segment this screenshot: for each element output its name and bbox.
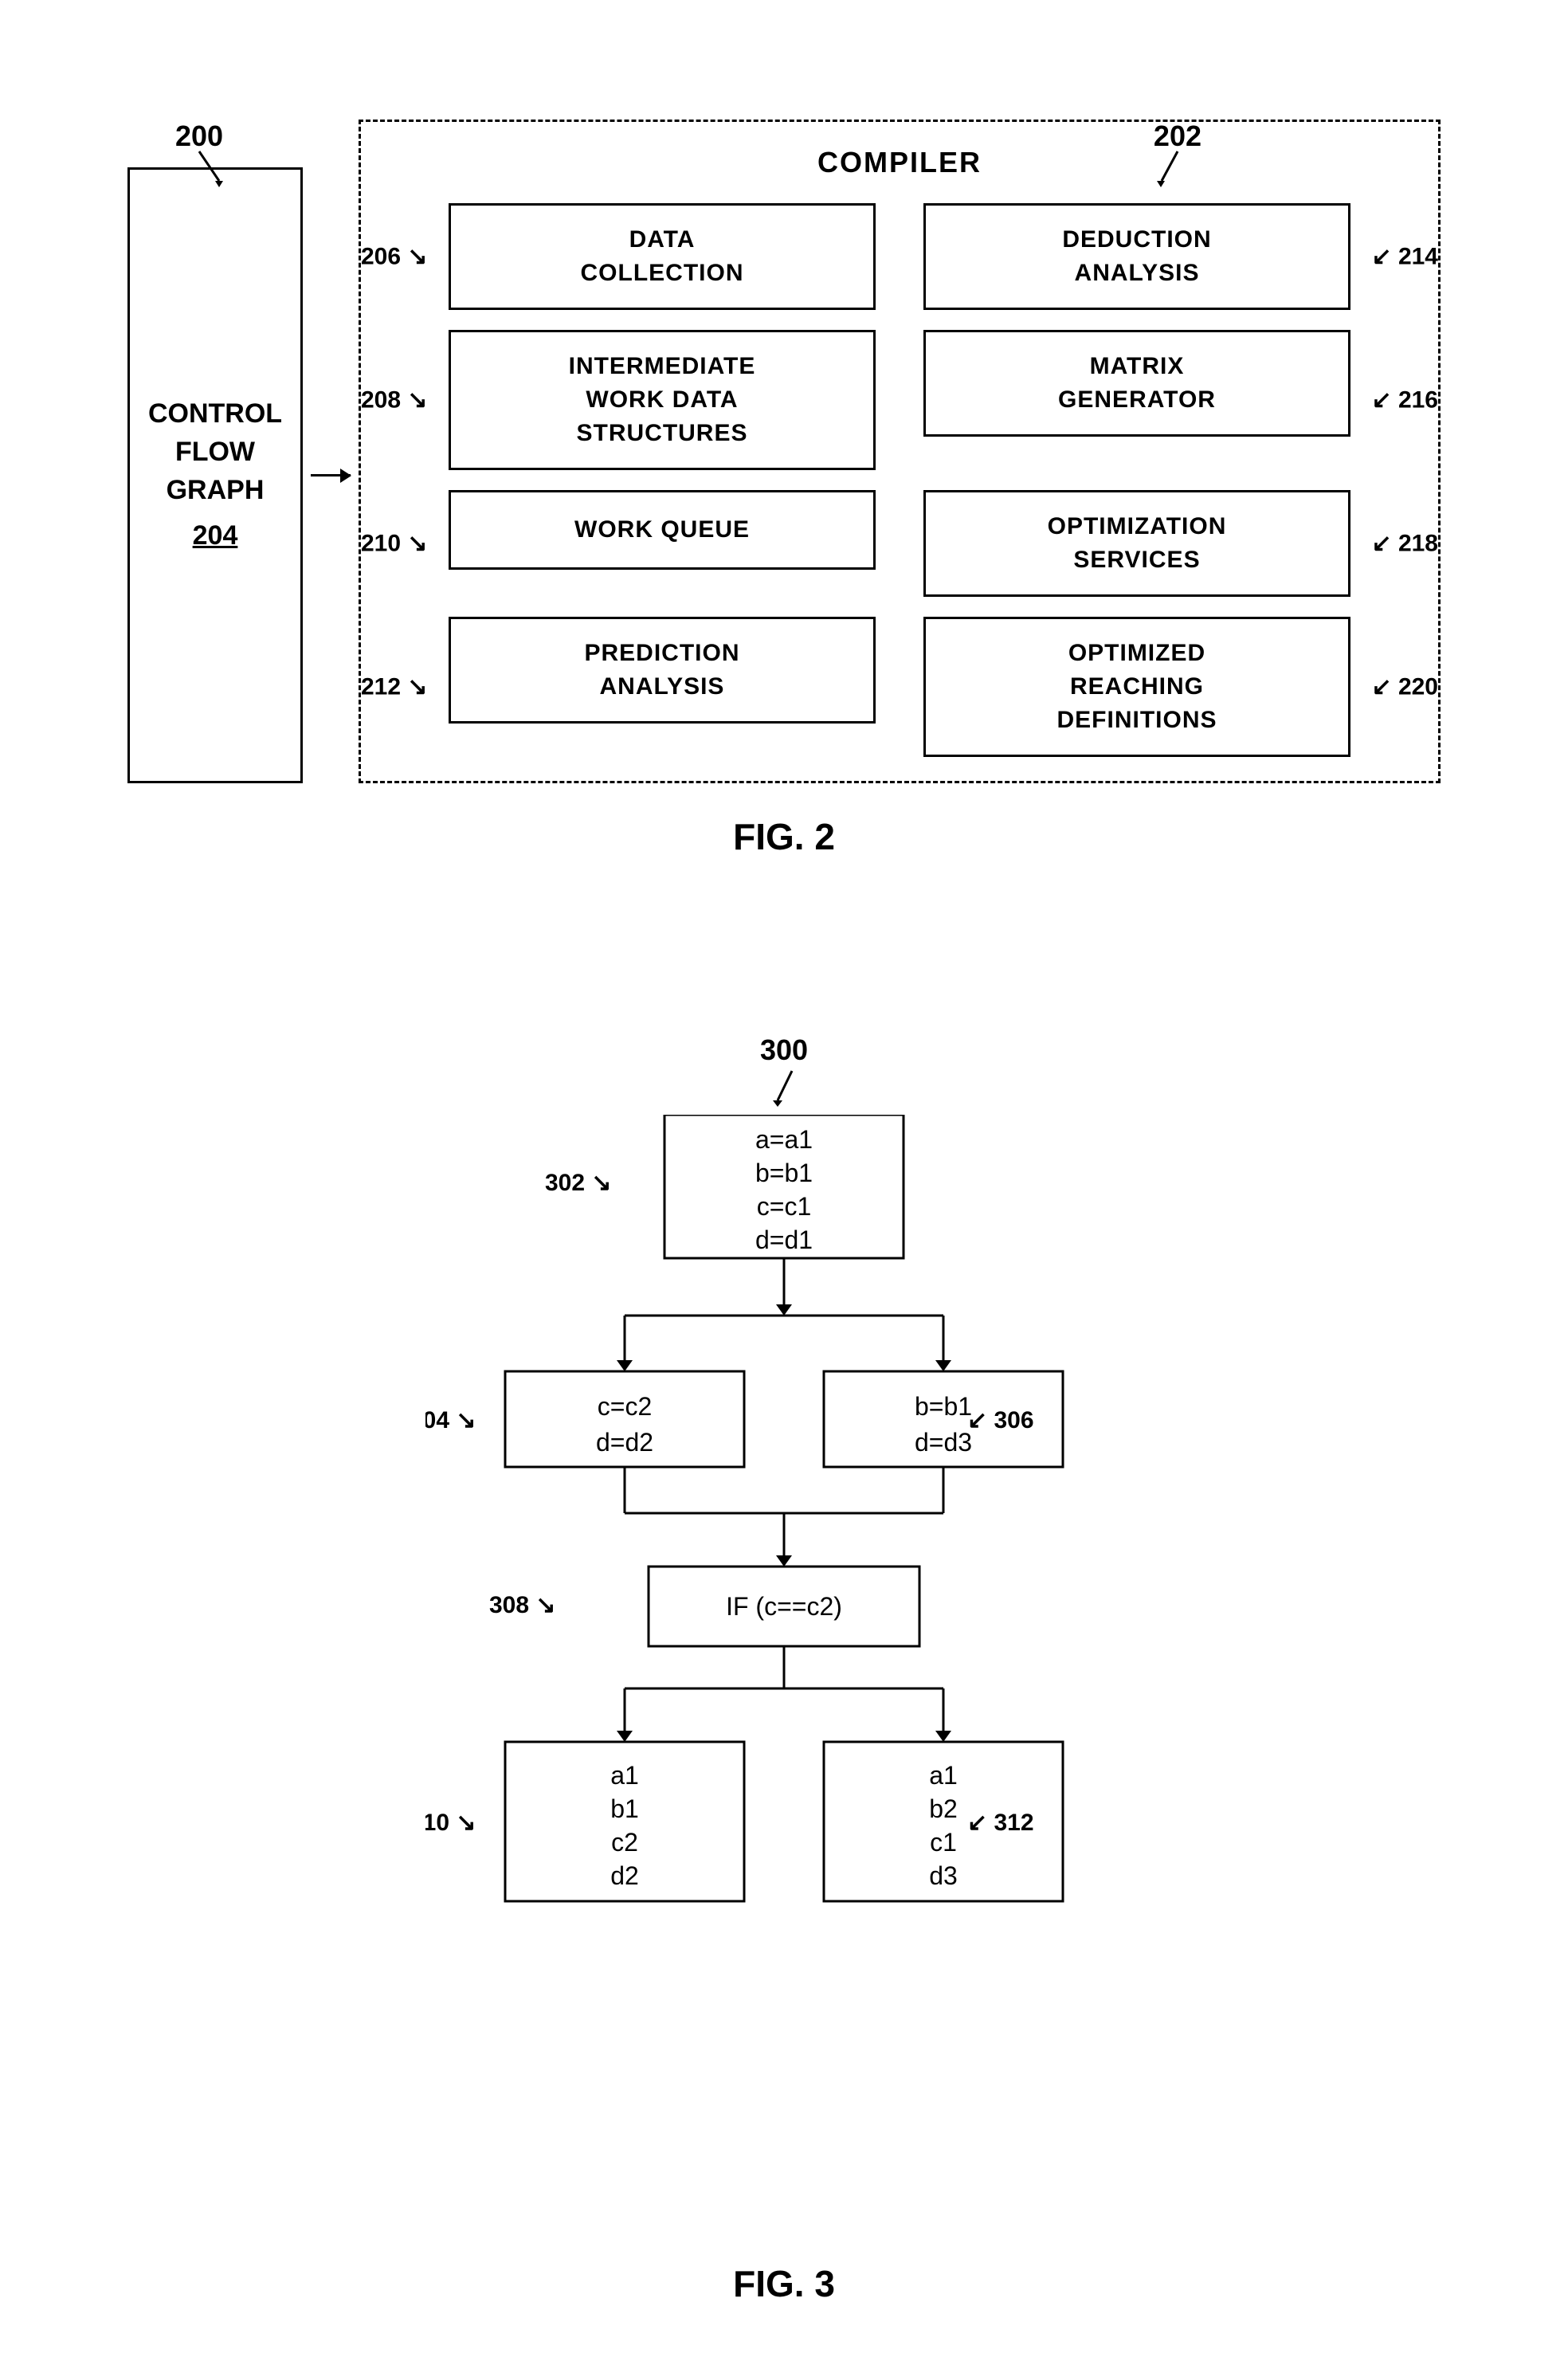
svg-text:a=a1: a=a1: [755, 1125, 813, 1154]
svg-text:d=d2: d=d2: [596, 1428, 653, 1457]
component-214: DEDUCTIONANALYSIS: [923, 203, 1350, 310]
cfg-to-compiler-arrow: [303, 167, 359, 783]
cfg-number: 204: [193, 517, 238, 555]
fig2-caption: FIG. 2: [80, 815, 1488, 858]
label-208: 208 ↘: [361, 386, 428, 414]
component-210-cell: 210 ↘ WORK QUEUE: [449, 490, 876, 597]
component-208-cell: 208 ↘ INTERMEDIATEWORK DATASTRUCTURES: [449, 330, 876, 470]
label-212: 212 ↘: [361, 673, 428, 701]
svg-text:IF (c==c2): IF (c==c2): [726, 1592, 842, 1621]
svg-text:a1: a1: [929, 1761, 958, 1790]
svg-text:b=b1: b=b1: [915, 1392, 972, 1421]
compiler-title: COMPILER: [385, 146, 1414, 179]
component-216-cell: MATRIXGENERATOR ↙ 216: [923, 330, 1350, 470]
component-210: WORK QUEUE: [449, 490, 876, 570]
cfg-title: CONTROLFLOWGRAPH: [148, 395, 282, 509]
component-206-cell: 206 ↘ DATACOLLECTION: [449, 203, 876, 310]
component-208: INTERMEDIATEWORK DATASTRUCTURES: [449, 330, 876, 470]
compiler-box: COMPILER 206 ↘ DATACOLLECTION DEDUCTIONA…: [359, 120, 1441, 783]
label-218: ↙ 218: [1371, 530, 1438, 558]
svg-text:d=d1: d=d1: [755, 1226, 813, 1254]
svg-text:↙ 312: ↙ 312: [967, 1810, 1034, 1836]
label-206: 206 ↘: [361, 243, 428, 271]
component-206: DATACOLLECTION: [449, 203, 876, 310]
arrow-300: [760, 1067, 808, 1107]
cfg-box: CONTROLFLOWGRAPH 204: [127, 167, 303, 783]
label-214: ↙ 214: [1371, 243, 1438, 271]
svg-text:b1: b1: [610, 1794, 639, 1823]
svg-text:d=d3: d=d3: [915, 1428, 972, 1457]
svg-text:↙ 306: ↙ 306: [967, 1407, 1034, 1433]
svg-text:302 ↘: 302 ↘: [545, 1170, 612, 1196]
svg-text:c1: c1: [930, 1828, 957, 1857]
svg-text:d2: d2: [610, 1861, 639, 1890]
svg-text:308 ↘: 308 ↘: [489, 1592, 556, 1618]
svg-text:d3: d3: [929, 1861, 958, 1890]
svg-text:b=b1: b=b1: [755, 1159, 813, 1187]
component-214-cell: DEDUCTIONANALYSIS ↙ 214: [923, 203, 1350, 310]
svg-text:c=c2: c=c2: [598, 1392, 652, 1421]
fig3-svg: a=a1 b=b1 c=c1 d=d1 302 ↘: [425, 1115, 1143, 2230]
fig2-container: 200 202 CONTROLFLOWGRAPH 204 COMPI: [80, 120, 1488, 858]
svg-text:310 ↘: 310 ↘: [425, 1810, 476, 1836]
fig3-caption: FIG. 3: [80, 2262, 1488, 2305]
component-220: OPTIMIZEDREACHINGDEFINITIONS: [923, 617, 1350, 757]
label-210: 210 ↘: [361, 530, 428, 558]
svg-text:304 ↘: 304 ↘: [425, 1407, 476, 1433]
component-212-cell: 212 ↘ PREDICTIONANALYSIS: [449, 617, 876, 757]
label-300: 300: [760, 1033, 808, 1067]
fig3-container: 300 a=a1 b=b1 c=c1 d=d1 302 ↘: [80, 1033, 1488, 2305]
svg-text:b2: b2: [929, 1794, 958, 1823]
component-216: MATRIXGENERATOR: [923, 330, 1350, 437]
label-220: ↙ 220: [1371, 673, 1438, 701]
component-218-cell: OPTIMIZATIONSERVICES ↙ 218: [923, 490, 1350, 597]
component-218: OPTIMIZATIONSERVICES: [923, 490, 1350, 597]
svg-text:a1: a1: [610, 1761, 639, 1790]
page: 200 202 CONTROLFLOWGRAPH 204 COMPI: [0, 0, 1568, 2353]
label-216: ↙ 216: [1371, 386, 1438, 414]
svg-text:c=c1: c=c1: [757, 1192, 811, 1221]
component-220-cell: OPTIMIZEDREACHINGDEFINITIONS ↙ 220: [923, 617, 1350, 757]
component-212: PREDICTIONANALYSIS: [449, 617, 876, 724]
svg-text:c2: c2: [611, 1828, 638, 1857]
